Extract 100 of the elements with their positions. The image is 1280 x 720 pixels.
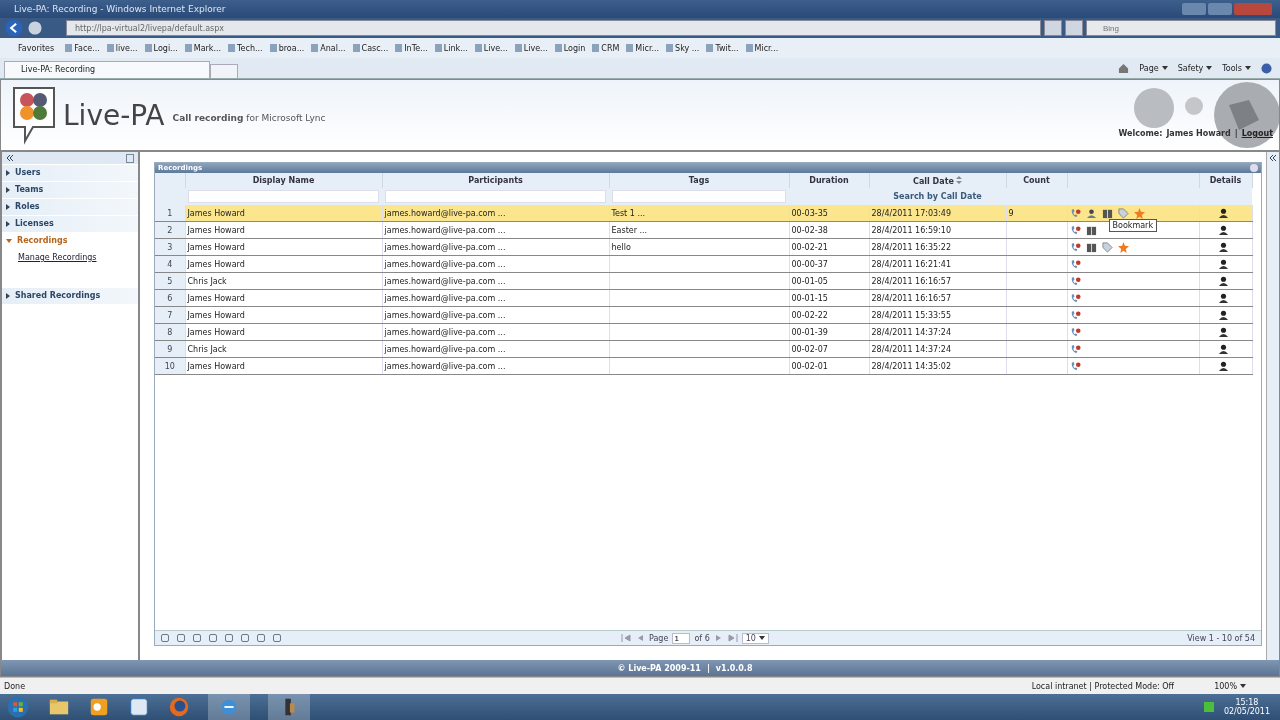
favorite-link[interactable]: Logi... xyxy=(144,43,178,53)
sidebar-item[interactable]: Licenses xyxy=(2,216,138,232)
favorite-link[interactable]: CRM xyxy=(592,43,620,53)
favorite-link[interactable]: Casc... xyxy=(352,43,389,53)
person-icon[interactable] xyxy=(1217,360,1229,372)
filter-field[interactable] xyxy=(188,190,379,203)
pin-button[interactable] xyxy=(126,153,134,163)
column-header[interactable]: Participants xyxy=(382,173,609,188)
table-row[interactable]: 8 James Howard james.howard@live-pa.com ... 00-01-39 28/4/2011 14:37:24 xyxy=(155,323,1252,341)
table-row[interactable]: 10 James Howard james.howard@live-pa.com ... 00-02-01 28/4/2011 14:35:02 xyxy=(155,357,1252,375)
book-icon[interactable] xyxy=(1085,241,1097,253)
person-icon[interactable] xyxy=(1217,275,1229,287)
column-header[interactable]: Duration xyxy=(789,173,869,188)
sidebar-item[interactable]: Shared Recordings xyxy=(2,288,138,304)
person-icon[interactable] xyxy=(1085,207,1097,219)
home-icon[interactable] xyxy=(1118,62,1130,74)
address-field[interactable]: http://lpa-virtual2/livepa/default.aspx xyxy=(66,20,1041,36)
sidebar-link[interactable]: Manage Recordings xyxy=(2,249,138,268)
column-header[interactable]: Display Name xyxy=(185,173,382,188)
phone-icon[interactable] xyxy=(1069,275,1081,287)
person-icon[interactable] xyxy=(1217,207,1229,219)
phone-icon[interactable] xyxy=(1069,224,1081,236)
favorites-button[interactable]: Favorites xyxy=(6,43,55,53)
phone-icon[interactable] xyxy=(1069,241,1081,253)
favorite-link[interactable]: broa... xyxy=(269,43,305,53)
favorite-link[interactable]: Sky ... xyxy=(666,43,700,53)
favorite-link[interactable]: Live... xyxy=(474,43,508,53)
zoom-menu[interactable]: 100% xyxy=(1214,681,1246,691)
browser-icon[interactable] xyxy=(168,696,190,718)
favorite-link[interactable]: Login xyxy=(554,43,586,53)
app-icon[interactable] xyxy=(268,694,310,720)
column-header[interactable]: Count xyxy=(1006,173,1067,188)
favorite-link[interactable]: live... xyxy=(106,43,138,53)
last-page-icon[interactable] xyxy=(727,634,738,642)
phone-icon[interactable] xyxy=(1069,258,1081,270)
table-row[interactable]: 3 James Howard james.howard@live-pa.com ... hello 00-02-21 28/4/2011 16:35:22 xyxy=(155,238,1252,256)
phone-icon[interactable] xyxy=(1069,360,1081,372)
phone-icon[interactable] xyxy=(1069,207,1081,219)
chat-app-icon[interactable] xyxy=(128,696,150,718)
person-icon[interactable] xyxy=(1217,258,1229,270)
favorite-link[interactable]: Live... xyxy=(514,43,548,53)
sidebar-item[interactable]: Users xyxy=(2,165,138,181)
table-row[interactable]: 9 Chris Jack james.howard@live-pa.com ... 00-02-07 28/4/2011 14:37:24 xyxy=(155,340,1252,358)
stop-button[interactable] xyxy=(1065,20,1083,36)
favorite-link[interactable]: Anal... xyxy=(311,43,346,53)
command-menu[interactable]: Safety xyxy=(1177,63,1213,73)
person-icon[interactable] xyxy=(1217,309,1229,321)
book-icon[interactable] xyxy=(1085,224,1097,236)
phone-icon[interactable] xyxy=(1069,292,1081,304)
back-button[interactable] xyxy=(4,18,24,38)
column-header[interactable]: Tags xyxy=(609,173,789,188)
favorite-link[interactable]: Link... xyxy=(434,43,468,53)
logout-link[interactable]: Logout xyxy=(1241,129,1273,138)
forward-button[interactable] xyxy=(27,20,43,36)
person-icon[interactable] xyxy=(1217,343,1229,355)
person-icon[interactable] xyxy=(1217,241,1229,253)
person-icon[interactable] xyxy=(1217,224,1229,236)
column-header[interactable]: Call Date xyxy=(869,173,1006,188)
table-row[interactable]: 4 James Howard james.howard@live-pa.com ... 00-00-37 28/4/2011 16:21:41 xyxy=(155,255,1252,273)
table-cell: James Howard xyxy=(187,293,245,303)
sort-icon[interactable] xyxy=(955,175,962,184)
collapse-grid-button[interactable] xyxy=(1250,164,1258,172)
collapse-icon[interactable] xyxy=(6,154,14,162)
favorite-link[interactable]: Tech... xyxy=(228,43,263,53)
column-header[interactable]: Details xyxy=(1199,173,1252,188)
command-menu[interactable]: Tools xyxy=(1222,63,1251,73)
phone-icon[interactable] xyxy=(1069,326,1081,338)
page-field[interactable]: 1 xyxy=(672,632,691,644)
filter-field[interactable] xyxy=(612,190,786,203)
browser-tab[interactable]: Live-PA: Recording xyxy=(4,61,210,78)
row-number: 5 xyxy=(167,276,173,286)
command-menu[interactable]: Page xyxy=(1139,63,1168,73)
help-icon[interactable] xyxy=(1261,62,1272,74)
refresh-button[interactable] xyxy=(1044,20,1062,36)
sidebar-item[interactable]: Roles xyxy=(2,199,138,215)
favorite-link[interactable]: Micr... xyxy=(745,43,779,53)
favorite-link[interactable]: Mark... xyxy=(184,43,222,53)
tray-icon[interactable] xyxy=(1203,702,1214,712)
search-field[interactable]: Bing xyxy=(1086,20,1276,36)
person-icon[interactable] xyxy=(1217,326,1229,338)
star-icon[interactable] xyxy=(1117,241,1129,253)
favorite-link[interactable]: Micr... xyxy=(626,43,660,53)
favorite-link[interactable]: Twit... xyxy=(706,43,739,53)
person-icon[interactable] xyxy=(1217,292,1229,304)
expand-icon[interactable] xyxy=(1269,154,1277,162)
page-size-select[interactable]: 10 xyxy=(741,632,769,644)
table-row[interactable]: 6 James Howard james.howard@live-pa.com ... 00-01-15 28/4/2011 16:16:57 xyxy=(155,289,1252,307)
phone-icon[interactable] xyxy=(1069,343,1081,355)
mail-app-icon[interactable] xyxy=(88,696,110,718)
favorite-link[interactable]: InTe... xyxy=(395,43,428,53)
start-button[interactable] xyxy=(6,695,30,719)
book-icon[interactable] xyxy=(1101,207,1113,219)
star-icon[interactable] xyxy=(1133,207,1145,219)
table-row[interactable]: 5 Chris Jack james.howard@live-pa.com ... 00-01-05 28/4/2011 16:16:57 xyxy=(155,272,1252,290)
table-row[interactable]: 7 James Howard james.howard@live-pa.com ... 00-02-22 28/4/2011 15:33:55 xyxy=(155,306,1252,324)
favorite-link[interactable]: Face... xyxy=(65,43,100,53)
filter-field[interactable] xyxy=(385,190,606,203)
first-page-icon[interactable] xyxy=(621,634,631,642)
sidebar-item[interactable]: Teams xyxy=(2,182,138,198)
phone-icon[interactable] xyxy=(1069,309,1081,321)
